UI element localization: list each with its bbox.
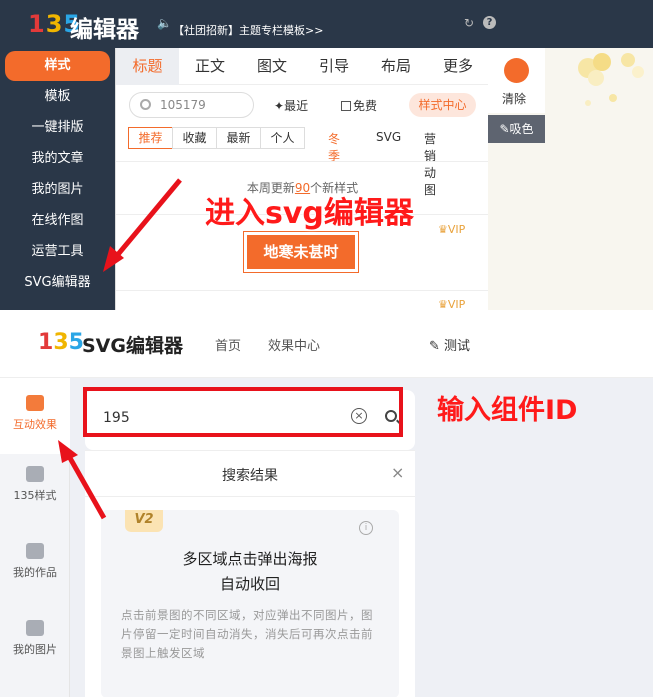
- folder-icon: [26, 543, 44, 559]
- styles-icon: [26, 466, 44, 482]
- filter-winter[interactable]: 冬季: [328, 130, 340, 164]
- nav-effect-center[interactable]: 效果中心: [268, 335, 320, 354]
- logo-digit: 1: [38, 330, 54, 355]
- sidebar-item-svg-editor[interactable]: SVG编辑器: [5, 268, 110, 298]
- search-icon: [140, 99, 151, 110]
- tab-image-text[interactable]: 图文: [241, 48, 303, 85]
- tab-guide[interactable]: 引导: [303, 48, 365, 85]
- logo-digit: 3: [45, 10, 64, 38]
- color-picker-button[interactable]: ✎吸色: [488, 115, 545, 143]
- card-description: 点击前景图的不同区域，对应弹出不同图片，图片停留一定时间自动消失，消失后可再次点…: [121, 608, 373, 660]
- svg-editor-header: 135 SVG编辑器 首页 效果中心 ✎ 测试: [0, 310, 653, 378]
- divider: [116, 161, 489, 162]
- cube-icon: [26, 395, 44, 411]
- svg-editor-logo[interactable]: 135: [38, 330, 84, 355]
- sidebar-item-online-design[interactable]: 在线作图: [5, 206, 110, 236]
- current-color-swatch[interactable]: [504, 58, 529, 83]
- sidebar-item-styles[interactable]: 样式: [5, 51, 110, 81]
- style-tabs: 标题 正文 图文 引导 布局 更多: [116, 48, 489, 85]
- tab-body[interactable]: 正文: [179, 48, 241, 85]
- pencil-icon: ✎: [429, 339, 440, 354]
- sidebar-item-templates[interactable]: 模板: [5, 82, 110, 112]
- vip-label: VIP: [447, 223, 466, 236]
- sidebar-label: 我的图片: [13, 643, 57, 656]
- picker-label: 吸色: [509, 122, 534, 136]
- crown-icon: ♛: [438, 223, 448, 236]
- sidebar-item-ops-tools[interactable]: 运营工具: [5, 237, 110, 267]
- divider: [116, 290, 489, 291]
- top-header: 135 编辑器 🔈 【社团招新】主题专栏模板>> ↻ ?: [0, 0, 653, 48]
- tab-title[interactable]: 标题: [116, 48, 179, 85]
- tab-layout[interactable]: 布局: [365, 48, 427, 85]
- sidebar-item-my-images[interactable]: 我的图片: [0, 620, 70, 680]
- eyedropper-icon: ✎: [499, 122, 510, 136]
- vip-badge: ♛VIP: [438, 223, 465, 236]
- nav-home[interactable]: 首页: [215, 335, 241, 354]
- filter-svg[interactable]: SVG: [376, 130, 401, 144]
- tab-more[interactable]: 更多: [427, 48, 489, 85]
- filter-favorites[interactable]: 收藏: [172, 127, 217, 149]
- recent-label: 最近: [284, 99, 309, 113]
- version-badge: V2: [125, 510, 163, 532]
- wand-icon: ✦: [274, 99, 285, 113]
- clear-button[interactable]: 清除: [502, 90, 526, 107]
- help-icon[interactable]: ?: [483, 16, 496, 29]
- filter-recommended[interactable]: 推荐: [128, 127, 173, 149]
- banner-text: 地寒未甚时: [247, 235, 355, 269]
- card-title-line2: 自动收回: [219, 575, 280, 593]
- svg-editor-title: SVG编辑器: [82, 335, 183, 357]
- logo-digit: 3: [53, 330, 69, 355]
- filter-personal[interactable]: 个人: [260, 127, 305, 149]
- search-results-panel: 搜索结果 × V2 i 多区域点击弹出海报 自动收回 点击前景图的不同区域，对应…: [85, 450, 415, 697]
- speaker-icon: 🔈: [157, 16, 172, 30]
- cloud-upload-icon: [26, 620, 44, 636]
- search-highlight-box: [83, 387, 403, 437]
- sidebar-item-my-articles[interactable]: 我的文章: [5, 144, 110, 174]
- sidebar-item-auto-layout[interactable]: 一键排版: [5, 113, 110, 143]
- sidebar-item-my-images[interactable]: 我的图片: [5, 175, 110, 205]
- divider: [85, 496, 415, 497]
- card-title-line1: 多区域点击弹出海报: [182, 550, 318, 568]
- sidebar-label: 135样式: [13, 489, 57, 502]
- vip-label: VIP: [447, 298, 466, 310]
- top-notice-link[interactable]: 【社团招新】主题专栏模板>>: [173, 22, 323, 38]
- bottom-screenshot: 135 SVG编辑器 首页 效果中心 ✎ 测试 互动效果 135样式 我的作品 …: [0, 310, 653, 697]
- recent-button[interactable]: ✦最近: [274, 97, 308, 114]
- sidebar-item-135-styles[interactable]: 135样式: [0, 466, 70, 526]
- style-center-button[interactable]: 样式中心: [409, 93, 476, 117]
- color-panel: 清除 ✎吸色: [488, 48, 653, 310]
- filter-latest[interactable]: 最新: [216, 127, 261, 149]
- top-sidebar: 样式 模板 一键排版 我的文章 我的图片 在线作图 运营工具 SVG编辑器: [0, 48, 115, 310]
- vip-badge: ♛VIP: [438, 298, 465, 310]
- close-icon[interactable]: ×: [391, 463, 404, 482]
- top-brand: 编辑器: [70, 17, 139, 43]
- style-banner[interactable]: 地寒未甚时: [243, 231, 359, 273]
- sidebar-item-interactive-effects[interactable]: 互动效果: [0, 378, 70, 454]
- info-icon[interactable]: i: [359, 521, 373, 535]
- sidebar-label: 互动效果: [13, 418, 57, 431]
- results-title: 搜索结果: [222, 468, 278, 484]
- search-value: 105179: [160, 98, 206, 112]
- free-checkbox[interactable]: 免费: [341, 97, 377, 114]
- crown-icon: ♛: [438, 298, 448, 310]
- svg-editor-sidebar: 互动效果 135样式 我的作品 我的图片: [0, 378, 70, 697]
- top-screenshot: 135 编辑器 🔈 【社团招新】主题专栏模板>> ↻ ? 样式 模板 一键排版 …: [0, 0, 653, 310]
- free-label: 免费: [353, 99, 378, 113]
- checkbox-box: [341, 101, 351, 111]
- flower-decoration: [578, 53, 644, 106]
- logo-digit: 1: [28, 10, 46, 38]
- sidebar-item-my-works[interactable]: 我的作品: [0, 543, 70, 603]
- style-search-input[interactable]: 105179: [129, 92, 254, 118]
- style-panel: 标题 正文 图文 引导 布局 更多 105179 ✦最近 免费 样式中心 推荐 …: [115, 48, 489, 310]
- test-button[interactable]: ✎ 测试: [429, 335, 470, 354]
- result-card[interactable]: V2 i 多区域点击弹出海报 自动收回 点击前景图的不同区域，对应弹出不同图片，…: [101, 510, 399, 697]
- test-label: 测试: [444, 339, 471, 354]
- refresh-icon[interactable]: ↻: [464, 16, 474, 30]
- annotation-enter-svg-editor: 进入svg编辑器: [205, 196, 414, 231]
- annotation-enter-component-id: 输入组件ID: [437, 395, 578, 426]
- sidebar-label: 我的作品: [13, 566, 57, 579]
